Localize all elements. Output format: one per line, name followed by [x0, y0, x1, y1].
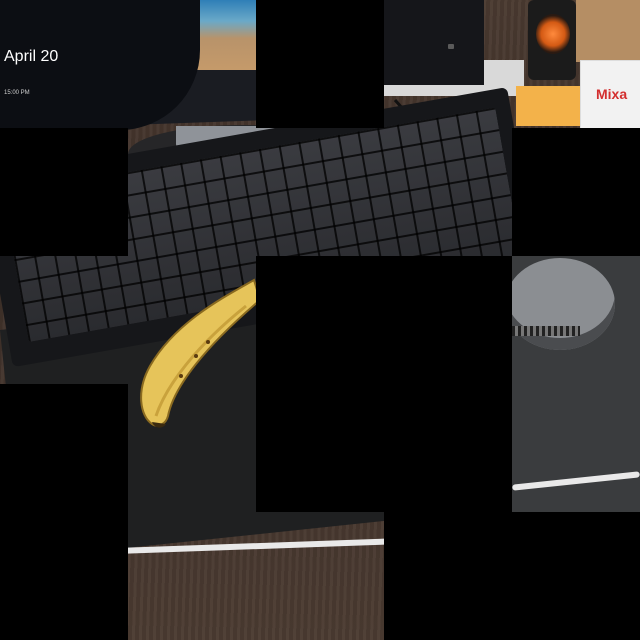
- mask-tile: [256, 256, 512, 512]
- mouse: [505, 258, 615, 350]
- mask-tile: [256, 0, 384, 128]
- mask-tile: [512, 128, 640, 256]
- mask-tile: [0, 128, 128, 256]
- mask-tile: [384, 512, 640, 640]
- banana: [140, 278, 262, 428]
- mouse-grip: [512, 326, 580, 336]
- mask-tile: [0, 384, 128, 640]
